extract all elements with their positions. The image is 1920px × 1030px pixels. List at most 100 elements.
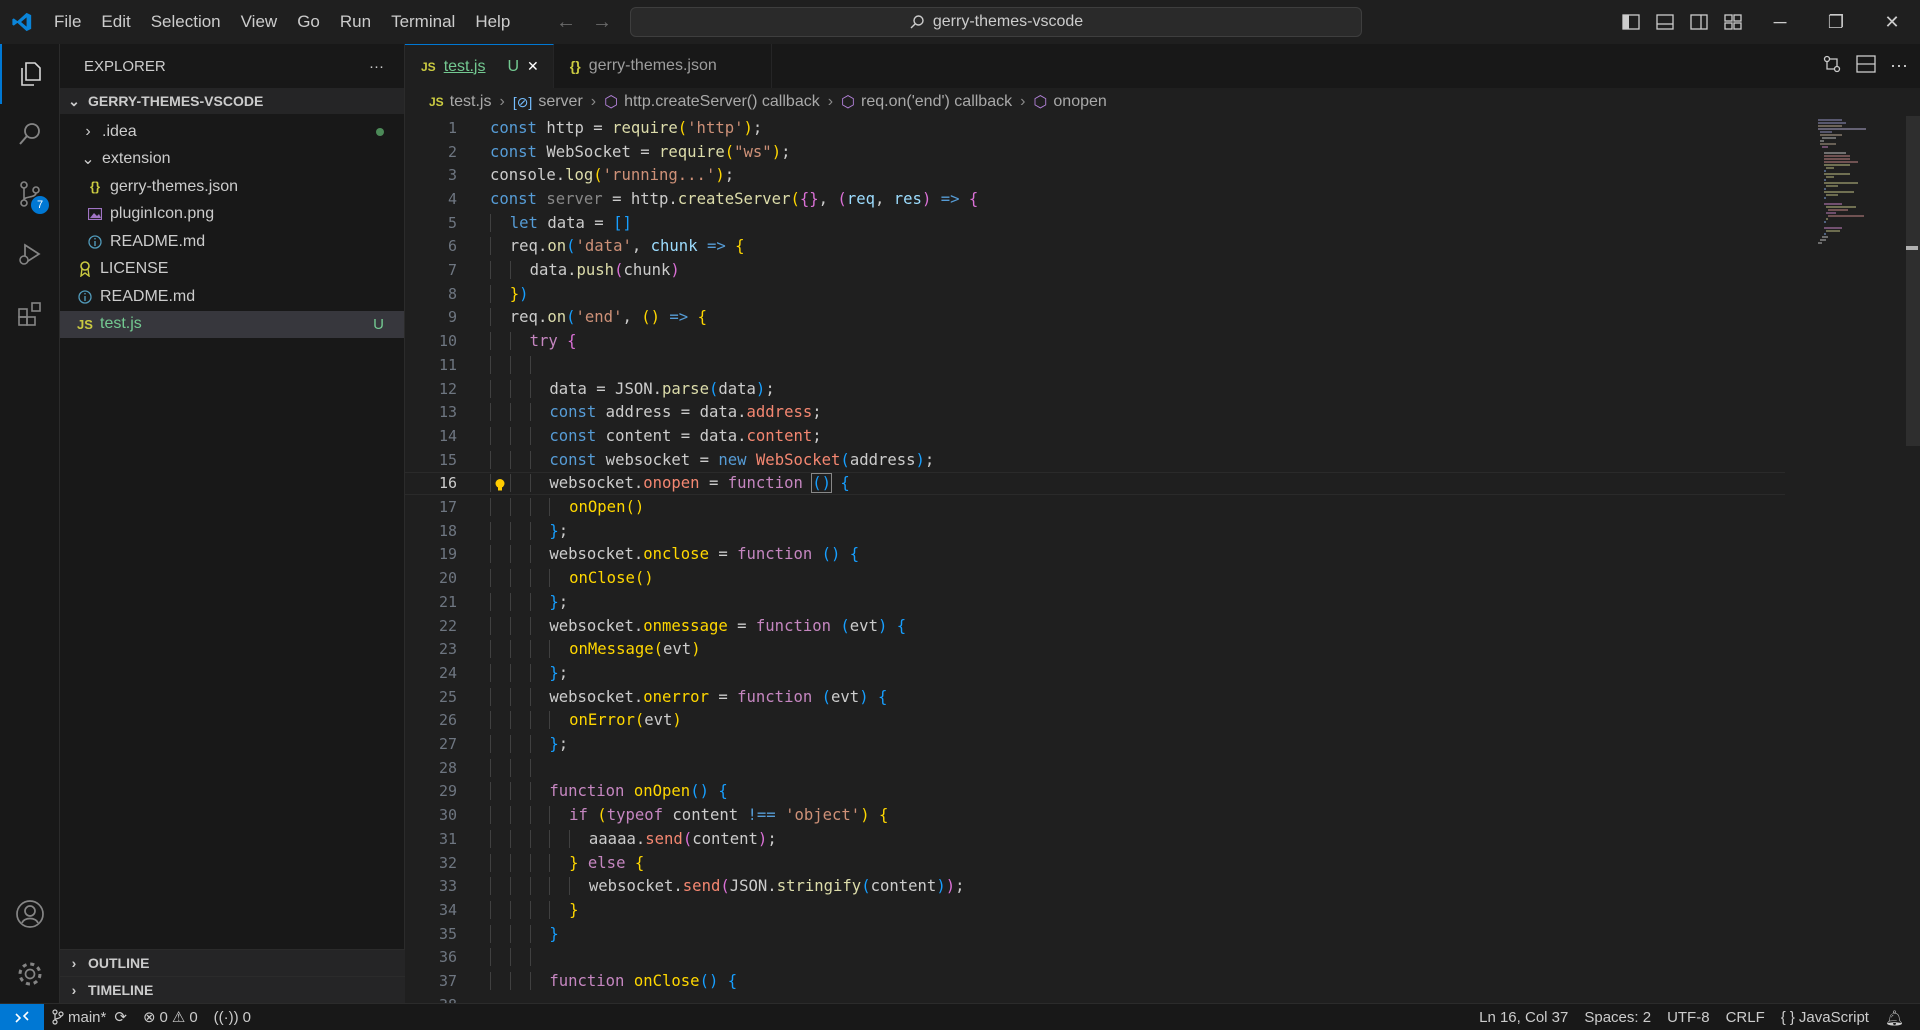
split-editor-icon[interactable] [1856,54,1876,78]
timeline-label: TIMELINE [88,982,154,998]
language-mode[interactable]: { } JavaScript [1773,1004,1877,1030]
explorer-icon[interactable] [0,44,60,104]
code-line: 31 aaaaa.send(content); [438,829,777,848]
workspace-root[interactable]: ⌄ GERRY-THEMES-VSCODE [60,88,404,114]
code-line: 21 }; [438,592,569,611]
tree-item-idea[interactable]: › .idea [60,118,404,146]
tree-item-license[interactable]: LICENSE [60,256,404,284]
breadcrumb-onopen[interactable]: onopen [1053,93,1106,111]
editor-tabs: JS test.js U ✕ {} gerry-themes.json ⋯ [405,44,1920,88]
back-arrow-icon[interactable]: ← [556,11,576,34]
git-branch-icon [52,1009,64,1025]
source-control-icon[interactable]: 7 [0,164,60,224]
code-line: 24 }; [438,663,569,682]
code-line: 30 if (typeof content !== 'object') { [438,806,889,825]
line-ending[interactable]: CRLF [1718,1004,1773,1030]
branch-status[interactable]: main* ⟳ [44,1004,135,1030]
tab-label: test.js [443,57,486,75]
js-file-icon: JS [421,59,436,74]
sync-icon[interactable]: ⟳ [114,1008,127,1026]
code-line: 36 [405,946,1785,970]
status-bar-right: Ln 16, Col 37 Spaces: 2 UTF-8 CRLF { } Ja… [1471,1004,1920,1030]
breadcrumb-server[interactable]: server [538,93,582,111]
open-changes-icon[interactable] [1822,54,1842,79]
navigation-arrows: ← → [556,0,612,44]
more-actions-icon[interactable]: ⋯ [1890,56,1908,77]
title-bar: File Edit Selection View Go Run Terminal… [0,0,1920,44]
breadcrumb-file[interactable]: test.js [450,93,492,111]
menu-help[interactable]: Help [465,0,520,44]
search-view-icon[interactable] [0,104,60,164]
extensions-icon[interactable] [0,284,60,344]
menu-view[interactable]: View [231,0,288,44]
vertical-scrollbar[interactable] [1906,116,1920,446]
window-controls: ─ ❐ ✕ [1752,0,1920,44]
indentation[interactable]: Spaces: 2 [1576,1004,1659,1030]
code-editor[interactable]: 1 const http = require('http'); 2 const We… [405,116,1920,1003]
command-center-search[interactable]: gerry-themes-vscode [630,7,1362,37]
vscode-logo-icon [0,0,44,44]
untracked-badge: U [373,315,384,333]
menu-go[interactable]: Go [287,0,330,44]
remote-indicator-icon[interactable] [0,1003,44,1030]
cursor-position[interactable]: Ln 16, Col 37 [1471,1004,1576,1030]
tree-item-readme-root[interactable]: README.md [60,283,404,311]
variable-symbol-icon: [⊘] [512,93,533,110]
toggle-secondary-sidebar-icon[interactable] [1688,11,1710,33]
breadcrumb-req-end[interactable]: req.on('end') callback [861,93,1012,111]
breadcrumb-create-server[interactable]: http.createServer() callback [624,93,820,111]
forward-arrow-icon[interactable]: → [592,11,612,34]
menu-edit[interactable]: Edit [91,0,140,44]
menu-file[interactable]: File [44,0,91,44]
run-debug-icon[interactable] [0,224,60,284]
explorer-sidebar: EXPLORER ··· ⌄ GERRY-THEMES-VSCODE › .id… [60,44,405,1003]
code-line: 11 [405,353,1785,377]
account-icon[interactable] [0,884,60,944]
chevron-right-icon: › [1020,93,1026,110]
toggle-panel-icon[interactable] [1654,11,1676,33]
code-line: 12 data = JSON.parse(data); [438,379,775,398]
menu-run[interactable]: Run [330,0,381,44]
tree-item-test-js[interactable]: JS test.js U [60,310,404,338]
settings-gear-icon[interactable] [0,944,60,1004]
tab-gerry-themes-json[interactable]: {} gerry-themes.json [554,44,772,88]
timeline-section[interactable]: › TIMELINE [60,976,405,1003]
minimap[interactable] [1812,116,1892,256]
code-line: 20 onClose() [438,569,654,588]
chevron-right-icon: › [85,122,91,140]
menu-bar: File Edit Selection View Go Run Terminal… [44,0,520,44]
customize-layout-icon[interactable] [1722,11,1744,33]
workspace-root-label: GERRY-THEMES-VSCODE [88,93,264,109]
source-control-badge: 7 [31,196,49,214]
outline-section[interactable]: › OUTLINE [60,949,405,976]
restore-icon[interactable]: ❐ [1808,0,1864,44]
ports-count: 0 [242,1008,251,1026]
minimize-icon[interactable]: ─ [1752,0,1808,44]
ports-status[interactable]: ((·)) 0 [206,1004,259,1030]
notifications-bell-icon[interactable]: 🔔︎ [1877,1004,1920,1030]
code-line: 18 }; [438,521,569,540]
tree-item-extension[interactable]: ⌄ extension [60,146,404,174]
license-icon [76,261,94,278]
code-line: 1 const http = require('http'); [447,118,763,137]
toggle-primary-sidebar-icon[interactable] [1620,11,1642,33]
json-file-icon: {} [89,179,101,195]
code-line: 10 try { [438,332,577,351]
error-icon: ⊗ [142,1009,156,1026]
sidebar-bottom-sections: › OUTLINE › TIMELINE [60,949,405,1003]
problems-status[interactable]: ⊗ 0 ⚠ 0 [135,1004,206,1030]
editor-actions: ⋯ [1822,44,1908,88]
more-actions-icon[interactable]: ··· [369,58,384,75]
encoding[interactable]: UTF-8 [1659,1004,1718,1030]
close-icon[interactable]: ✕ [527,58,539,75]
menu-selection[interactable]: Selection [141,0,231,44]
scrollbar-cursor-marker [1906,246,1918,250]
menu-terminal[interactable]: Terminal [381,0,465,44]
close-window-icon[interactable]: ✕ [1864,0,1920,44]
tree-item-pluginicon-png[interactable]: pluginIcon.png [60,201,404,229]
code-line: 13 const address = data.address; [438,403,822,422]
tab-test-js[interactable]: JS test.js U ✕ [405,44,554,88]
tree-item-gerry-themes-json[interactable]: {} gerry-themes.json [60,173,404,201]
tree-item-readme-extension[interactable]: README.md [60,228,404,256]
breadcrumb: JS test.js › [⊘] server › ⬡ http.createS… [405,88,1920,116]
